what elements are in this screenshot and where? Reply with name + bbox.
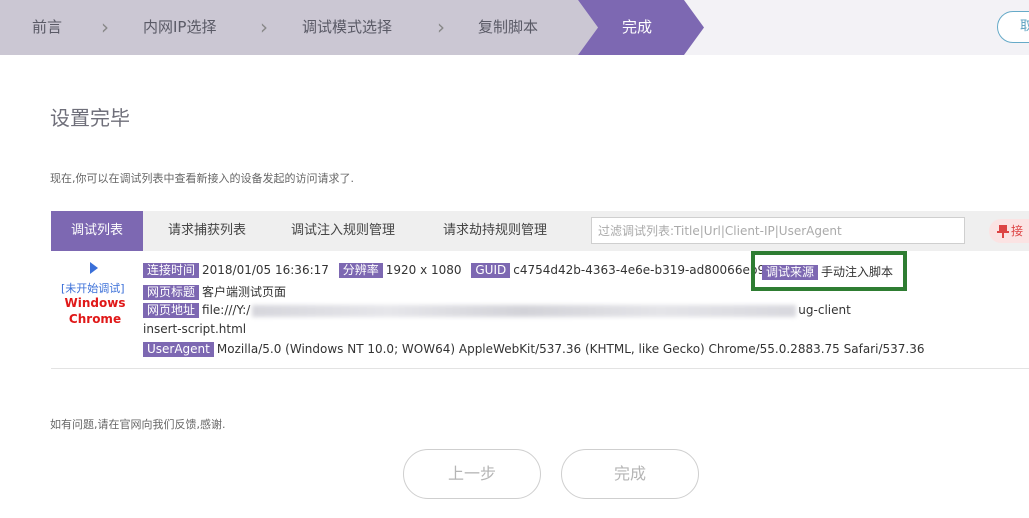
client-os: Windows: [64, 296, 126, 310]
redacted-path: [252, 304, 797, 317]
resolution-badge: 分辨率: [338, 263, 383, 278]
tab-debug-list[interactable]: 调试列表: [51, 211, 143, 251]
highlight-box: [751, 251, 907, 291]
step-copy-script: 复制脚本: [478, 18, 539, 36]
intro-text: 现在,你可以在调试列表中查看新接入的设备发起的访问请求了.: [50, 172, 354, 185]
tab-bar: 调试列表 请求捕获列表 调试注入规则管理 请求劫持规则管理 接: [51, 211, 1029, 251]
record-line-1: 连接时间 2018/01/05 16:36:17 分辨率 1920 x 1080 G…: [143, 263, 786, 278]
page-url-continued: insert-script.html: [143, 322, 247, 336]
prev-button[interactable]: 上一步: [403, 449, 541, 499]
step-done: 完成: [622, 18, 653, 36]
guid-value: c4754d42b-4363-4e6e-b319-ad80066eb95e: [513, 263, 781, 277]
page-url-end: ug-client: [798, 303, 851, 317]
record-line-3: 网页地址 file:///Y:/ ug-client: [143, 303, 851, 318]
connect-time-badge: 连接时间: [143, 263, 200, 278]
step-intranet-ip: 内网IP选择: [143, 18, 217, 36]
tab-inject-rules[interactable]: 调试注入规则管理: [277, 211, 409, 251]
chevron-right-icon: ›: [260, 15, 268, 39]
connect-time-value: 2018/01/05 16:36:17: [202, 263, 329, 277]
record-line-3b: insert-script.html: [143, 322, 246, 336]
tab-hijack-rules[interactable]: 请求劫持规则管理: [429, 211, 561, 251]
user-agent-value: Mozilla/5.0 (Windows NT 10.0; WOW64) App…: [216, 342, 925, 356]
step-debug-mode: 调试模式选择: [302, 18, 393, 36]
tab-capture-list[interactable]: 请求捕获列表: [151, 211, 263, 251]
play-icon[interactable]: [89, 262, 99, 274]
filter-input[interactable]: [591, 217, 965, 244]
record-line-4: UserAgent Mozilla/5.0 (Windows NT 10.0; W…: [143, 342, 924, 357]
wizard-stepper: 前言 › 内网IP选择 › 调试模式选择 › 复制脚本 完成 取: [0, 0, 1029, 55]
step-preface: 前言: [32, 18, 63, 36]
chevron-right-icon: ›: [437, 15, 445, 39]
pin-label: 接: [1011, 224, 1024, 238]
chevron-right-icon: ›: [101, 15, 109, 39]
resolution-value: 1920 x 1080: [385, 263, 462, 277]
pin-icon: [997, 225, 1009, 238]
page-title: 设置完毕: [50, 106, 130, 130]
pin-button[interactable]: 接: [989, 219, 1029, 243]
cancel-button[interactable]: 取: [997, 11, 1029, 43]
guid-badge: GUID: [471, 263, 511, 278]
page-url-start: file:///Y:/: [202, 303, 251, 317]
page-title-value: 客户端测试页面: [202, 285, 287, 299]
client-browser: Chrome: [68, 312, 122, 326]
page-url-badge: 网页地址: [143, 303, 200, 318]
debug-record-row: [未开始调试] Windows Chrome 连接时间 2018/01/05 16…: [51, 251, 1029, 369]
record-line-2: 网页标题 客户端测试页面: [143, 283, 286, 300]
finish-button[interactable]: 完成: [561, 449, 699, 499]
feedback-note: 如有问题,请在官网向我们反馈,感谢.: [50, 418, 226, 431]
page-title-badge: 网页标题: [143, 285, 200, 300]
debug-status-link[interactable]: [未开始调试]: [61, 280, 125, 296]
user-agent-badge: UserAgent: [143, 342, 214, 357]
